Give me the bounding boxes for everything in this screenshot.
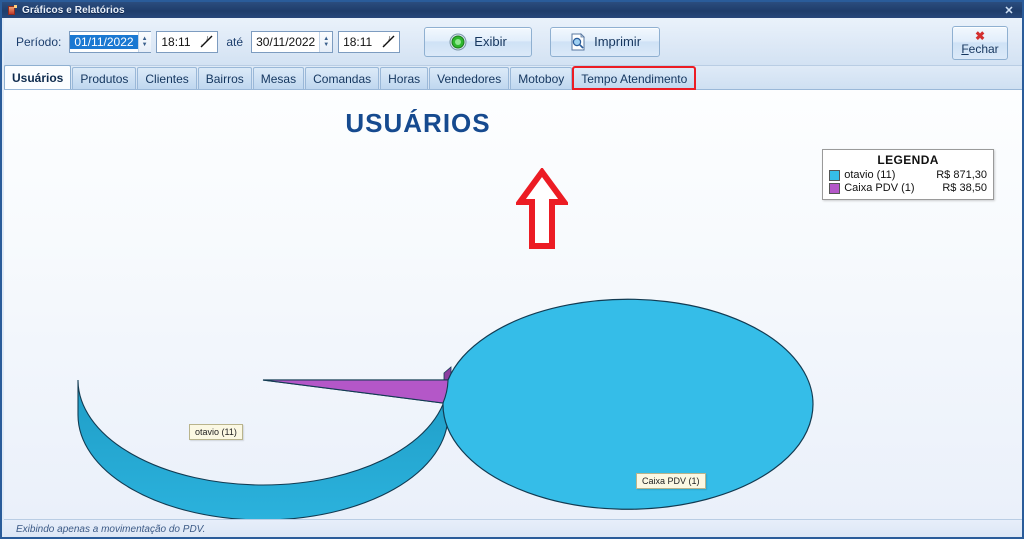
legend-item-value: R$ 871,30 <box>936 169 987 181</box>
legend-item-value: R$ 38,50 <box>942 182 987 194</box>
window-title: Gráficos e Relatórios <box>22 4 125 16</box>
tab-motoboy[interactable]: Motoboy <box>510 67 573 89</box>
tab-vendedores[interactable]: Vendedores <box>429 67 510 89</box>
pie-label-caixa-pdv: Caixa PDV (1) <box>636 473 706 489</box>
print-button-label: Imprimir <box>594 34 642 49</box>
tab-comandas[interactable]: Comandas <box>305 67 380 89</box>
time-to-input[interactable]: 18:11 / ↓ <box>338 30 401 53</box>
date-to-value[interactable]: 30/11/2022 <box>252 35 319 49</box>
print-preview-icon <box>569 32 587 51</box>
tab-label: Motoboy <box>518 71 565 86</box>
tab-label: Comandas <box>313 71 372 86</box>
statusbar-text: Exibindo apenas a movimentação do PDV. <box>16 524 206 535</box>
time-to-value[interactable]: 18:11 <box>339 35 376 49</box>
svg-text:↓: ↓ <box>201 43 204 48</box>
legend-swatch-icon <box>829 183 841 194</box>
chart-legend: LEGENDA otavio (11) R$ 871,30 Caixa PDV (1… <box>822 149 994 200</box>
svg-text:↓: ↓ <box>383 43 386 48</box>
date-from-value[interactable]: 01/11/2022 <box>70 34 138 49</box>
statusbar: Exibindo apenas a movimentação do PDV. <box>4 519 1022 537</box>
tab-horas[interactable]: Horas <box>380 67 429 89</box>
tab-mesas[interactable]: Mesas <box>252 67 305 89</box>
play-circle-icon <box>449 33 467 51</box>
legend-item: Caixa PDV (1) R$ 38,50 <box>829 182 987 195</box>
close-button[interactable]: ✖ Fechar <box>952 26 1008 60</box>
time-from-input[interactable]: 18:11 / ↓ <box>156 30 219 53</box>
report-icon <box>6 4 17 16</box>
date-to-spinner[interactable]: ▲ ▼ <box>319 31 333 52</box>
tab-label: Mesas <box>260 71 297 86</box>
legend-item-label: Caixa PDV (1) <box>844 182 915 194</box>
time-picker-icon-2[interactable]: / ↓ <box>381 34 396 50</box>
legend-item-label: otavio (11) <box>844 169 896 181</box>
tab-label: Produtos <box>80 71 129 86</box>
tab-clientes[interactable]: Clientes <box>137 67 197 89</box>
time-picker-glyph: / ↓ <box>201 35 213 48</box>
report-tabbar: Usuários Produtos Clientes Bairros Mesas Coma… <box>4 65 1022 90</box>
close-button-rest: echar <box>968 42 999 56</box>
application-window: Gráficos e Relatórios ✕ Período: 01/11/2… <box>0 0 1024 539</box>
time-picker-icon[interactable]: / ↓ <box>199 34 214 50</box>
print-button[interactable]: Imprimir <box>550 26 661 57</box>
close-button-label: Fechar <box>961 43 998 56</box>
tab-label: Tempo Atendimento <box>581 71 688 86</box>
tab-produtos[interactable]: Produtos <box>72 67 137 89</box>
window-titlebar: Gráficos e Relatórios ✕ <box>2 2 1022 18</box>
tab-label: Vendedores <box>437 71 502 86</box>
date-from-input[interactable]: 01/11/2022 ▲ ▼ <box>69 30 152 53</box>
pie-slice-caixa-pdv[interactable] <box>262 379 449 404</box>
show-button[interactable]: Exibir <box>424 26 533 57</box>
legend-rows: otavio (11) R$ 871,30 Caixa PDV (1) R$ 38,5… <box>829 169 987 195</box>
tab-label: Clientes <box>145 71 189 86</box>
close-button-mnemonic: F <box>961 42 969 56</box>
legend-swatch-icon <box>829 170 841 181</box>
period-label: Período: <box>16 34 62 49</box>
time-from-value[interactable]: 18:11 <box>157 35 194 49</box>
filter-toolbar: Período: 01/11/2022 ▲ ▼ 18:11 / ↓ até 30/… <box>4 18 1022 66</box>
window-close-icon[interactable]: ✕ <box>996 3 1022 17</box>
tab-label: Usuários <box>12 70 64 85</box>
date-to-input[interactable]: 30/11/2022 ▲ ▼ <box>251 30 334 53</box>
time-picker-glyph-2: / ↓ <box>383 35 395 48</box>
show-button-label: Exibir <box>474 34 507 49</box>
tab-label: Bairros <box>205 71 244 86</box>
chart-canvas: USUÁRIOS otavio (11) Caixa PDV (1) LEGEN… <box>4 90 1022 519</box>
legend-item: otavio (11) R$ 871,30 <box>829 169 987 182</box>
tab-bairros[interactable]: Bairros <box>197 67 252 89</box>
between-label: até <box>226 34 244 49</box>
tab-label: Horas <box>388 71 421 86</box>
pie-label-otavio: otavio (11) <box>189 424 243 440</box>
date-from-spinner[interactable]: ▲ ▼ <box>137 31 151 52</box>
legend-title: LEGENDA <box>877 153 939 167</box>
tab-tempo-atendimento[interactable]: Tempo Atendimento <box>572 66 697 90</box>
tab-usu-rios[interactable]: Usuários <box>4 65 72 89</box>
pie-depth-primary <box>77 379 449 519</box>
